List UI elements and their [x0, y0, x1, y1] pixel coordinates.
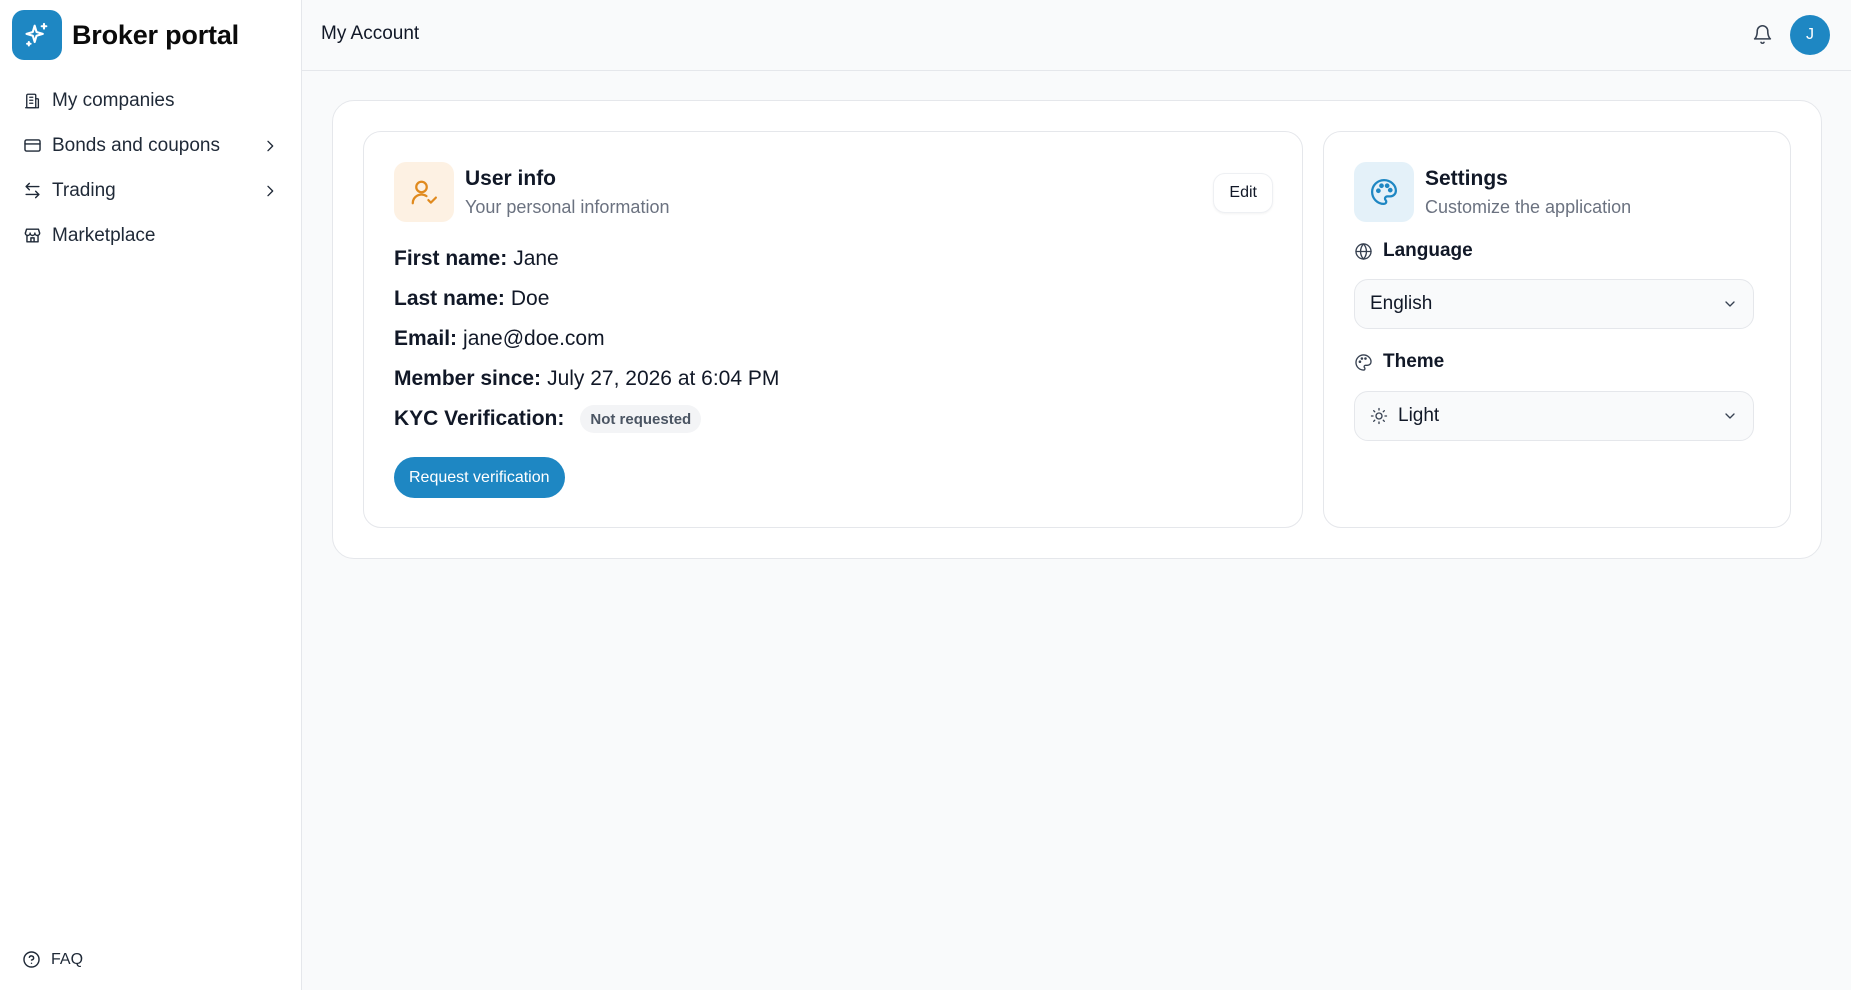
last-name-value: Doe: [510, 287, 550, 310]
email-row: Email: jane@doe.com: [394, 319, 779, 359]
settings-subtitle: Customize the application: [1425, 196, 1632, 217]
sidebar-item-marketplace[interactable]: Marketplace: [12, 213, 290, 258]
member-since-row: Member since: July 27, 2026 at 6:04 PM: [394, 359, 779, 399]
settings-title: Settings: [1425, 166, 1508, 190]
faq-label: FAQ: [51, 950, 84, 968]
field-label: Email:: [394, 327, 458, 350]
theme-label-row: Theme: [1354, 351, 1444, 373]
sidebar-item-label: My companies: [52, 89, 175, 111]
sidebar: Broker portal My companies Bonds and cou…: [0, 0, 302, 990]
sidebar-item-my-companies[interactable]: My companies: [12, 78, 290, 123]
request-verification-button[interactable]: Request verification: [394, 457, 565, 498]
sidebar-item-label: Bonds and coupons: [52, 134, 220, 156]
user-info-fields: First name: Jane Last name: Doe Email: j…: [394, 239, 779, 439]
palette-icon: [1354, 353, 1373, 372]
last-name-row: Last name: Doe: [394, 279, 779, 319]
email-value: jane@doe.com: [463, 327, 605, 350]
top-header: My Account J: [302, 0, 1851, 71]
bell-icon[interactable]: [1749, 21, 1775, 47]
edit-button[interactable]: Edit: [1213, 173, 1273, 213]
status-badge: Not requested: [580, 405, 702, 433]
field-label: First name:: [394, 247, 508, 270]
chevron-right-icon: [260, 181, 280, 201]
user-info-card: User info Your personal information Edit…: [363, 131, 1303, 528]
sun-icon: [1370, 407, 1388, 425]
sidebar-nav: My companies Bonds and coupons Trading M…: [12, 78, 290, 258]
field-label: KYC Verification:: [394, 407, 565, 430]
sidebar-item-trading[interactable]: Trading: [12, 168, 290, 213]
language-label-row: Language: [1354, 240, 1473, 262]
chevron-down-icon: [1722, 408, 1738, 424]
credit-card-icon: [22, 136, 42, 156]
first-name-value: Jane: [513, 247, 559, 270]
first-name-row: First name: Jane: [394, 239, 779, 279]
user-info-subtitle: Your personal information: [465, 196, 670, 217]
user-info-header: User info Your personal information: [394, 162, 669, 222]
sidebar-item-bonds-and-coupons[interactable]: Bonds and coupons: [12, 123, 290, 168]
account-panel: User info Your personal information Edit…: [332, 100, 1822, 559]
sidebar-item-label: Trading: [52, 179, 116, 201]
theme-value: Light: [1398, 405, 1440, 426]
palette-icon: [1354, 162, 1414, 222]
sidebar-item-label: Marketplace: [52, 224, 156, 246]
store-icon: [22, 226, 42, 246]
page-title: My Account: [321, 23, 420, 44]
globe-icon: [1354, 242, 1373, 261]
kyc-row: KYC Verification: Not requested: [394, 399, 779, 439]
language-value: English: [1370, 293, 1433, 314]
settings-header: Settings Customize the application: [1354, 162, 1631, 222]
help-circle-icon: [22, 950, 41, 969]
avatar[interactable]: J: [1790, 15, 1830, 55]
theme-label: Theme: [1383, 351, 1445, 372]
sparkles-icon: [12, 10, 62, 60]
theme-select[interactable]: Light: [1354, 391, 1754, 441]
user-info-title: User info: [465, 166, 557, 190]
building-icon: [22, 91, 42, 111]
settings-card: Settings Customize the application Langu…: [1323, 131, 1791, 528]
language-select[interactable]: English: [1354, 279, 1754, 329]
user-check-icon: [394, 162, 454, 222]
member-since-value: July 27, 2026 at 6:04 PM: [547, 367, 780, 390]
language-label: Language: [1383, 240, 1473, 261]
brand[interactable]: Broker portal: [12, 10, 239, 60]
app-title: Broker portal: [72, 19, 239, 50]
field-label: Member since:: [394, 367, 542, 390]
theme-value-wrap: Light: [1370, 405, 1722, 427]
faq-link[interactable]: FAQ: [22, 950, 83, 969]
arrows-left-right-icon: [22, 181, 42, 201]
chevron-right-icon: [260, 136, 280, 156]
chevron-down-icon: [1722, 296, 1738, 312]
field-label: Last name:: [394, 287, 505, 310]
